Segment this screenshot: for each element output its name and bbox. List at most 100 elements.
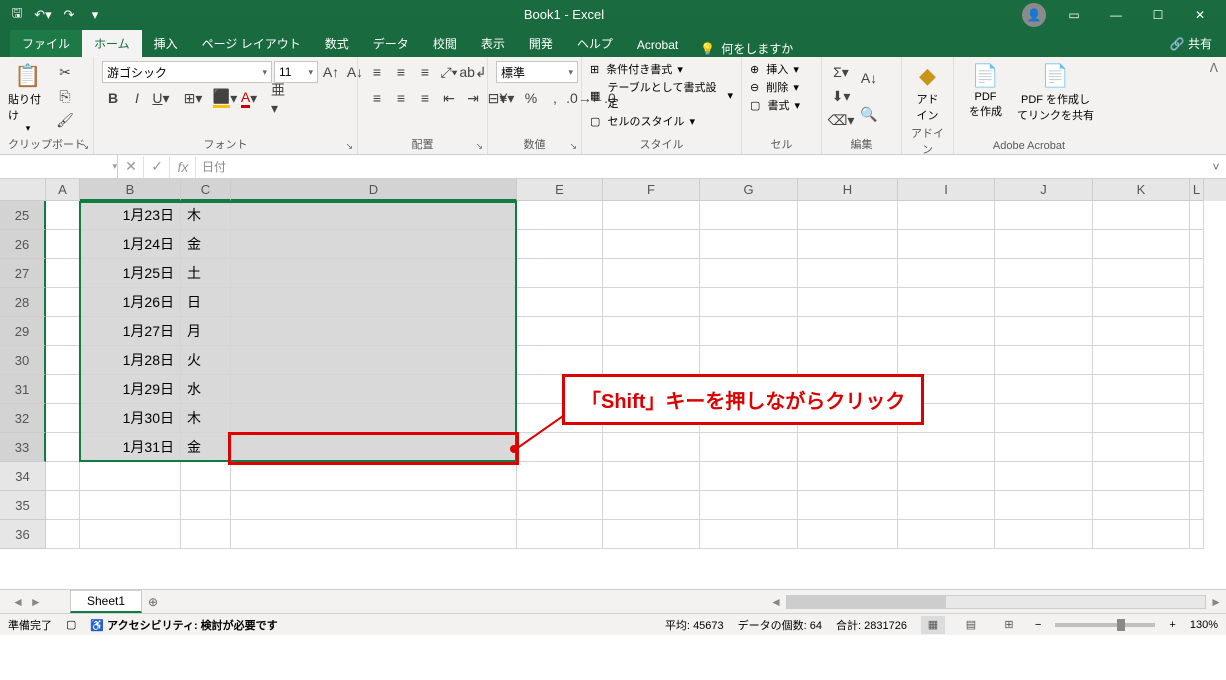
cell-B35[interactable]	[80, 491, 181, 520]
increase-indent-icon[interactable]: ⇥	[462, 87, 484, 109]
conditional-formatting-button[interactable]: ⊞ 条件付き書式 ▾	[590, 61, 683, 77]
fill-icon[interactable]: ⬇▾	[830, 85, 852, 107]
cell-F25[interactable]	[603, 201, 700, 230]
cell-K29[interactable]	[1093, 317, 1190, 346]
row-header-36[interactable]: 36	[0, 520, 46, 549]
comma-icon[interactable]: ,	[544, 87, 566, 109]
cell-D36[interactable]	[231, 520, 517, 549]
addins-button[interactable]: ◆ アド イン	[910, 61, 945, 123]
cell-A25[interactable]	[46, 201, 80, 230]
column-header-D[interactable]: D	[231, 179, 517, 201]
format-cells-button[interactable]: ▢ 書式 ▾	[750, 97, 800, 113]
cell-E27[interactable]	[517, 259, 603, 288]
grow-font-icon[interactable]: A↑	[320, 61, 342, 83]
cell-C34[interactable]	[181, 462, 231, 491]
cell-D25[interactable]	[231, 201, 517, 230]
cell-L30[interactable]	[1190, 346, 1204, 375]
cell-I33[interactable]	[898, 433, 995, 462]
cell-H28[interactable]	[798, 288, 898, 317]
cell-E25[interactable]	[517, 201, 603, 230]
cell-J26[interactable]	[995, 230, 1093, 259]
undo-icon[interactable]: ↶▾	[32, 4, 54, 26]
cell-C31[interactable]: 水	[181, 375, 231, 404]
italic-icon[interactable]: I	[126, 87, 148, 109]
tab-help[interactable]: ヘルプ	[565, 30, 625, 57]
cell-G36[interactable]	[700, 520, 798, 549]
cell-K31[interactable]	[1093, 375, 1190, 404]
cell-I27[interactable]	[898, 259, 995, 288]
cell-L27[interactable]	[1190, 259, 1204, 288]
cell-J31[interactable]	[995, 375, 1093, 404]
number-format-combo[interactable]: 標準▾	[496, 61, 578, 83]
cell-B32[interactable]: 1月30日	[80, 404, 181, 433]
cancel-formula-icon[interactable]: ✕	[118, 156, 144, 178]
cell-B25[interactable]: 1月23日	[80, 201, 181, 230]
cell-K36[interactable]	[1093, 520, 1190, 549]
orientation-icon[interactable]: ⤢▾	[438, 61, 460, 83]
cell-styles-button[interactable]: ▢ セルのスタイル ▾	[590, 113, 695, 129]
cell-J34[interactable]	[995, 462, 1093, 491]
cell-G33[interactable]	[700, 433, 798, 462]
column-header-E[interactable]: E	[517, 179, 603, 201]
cell-E36[interactable]	[517, 520, 603, 549]
sheet-nav-next-icon[interactable]: ►	[30, 595, 42, 609]
column-header-G[interactable]: G	[700, 179, 798, 201]
format-painter-icon[interactable]: 🖌	[54, 109, 76, 131]
cell-A32[interactable]	[46, 404, 80, 433]
sheet-nav-prev-icon[interactable]: ◄	[12, 595, 24, 609]
cell-E30[interactable]	[517, 346, 603, 375]
row-header-25[interactable]: 25	[0, 201, 46, 230]
macro-record-icon[interactable]: ▢	[66, 618, 76, 631]
cell-E28[interactable]	[517, 288, 603, 317]
cell-C35[interactable]	[181, 491, 231, 520]
align-bottom-icon[interactable]: ≡	[414, 61, 436, 83]
select-all-corner[interactable]	[0, 179, 46, 201]
cell-I30[interactable]	[898, 346, 995, 375]
cell-I34[interactable]	[898, 462, 995, 491]
column-header-A[interactable]: A	[46, 179, 80, 201]
cell-F27[interactable]	[603, 259, 700, 288]
cell-K27[interactable]	[1093, 259, 1190, 288]
sheet-tab-sheet1[interactable]: Sheet1	[70, 590, 142, 613]
qat-customize-icon[interactable]: ▾	[84, 4, 106, 26]
column-header-K[interactable]: K	[1093, 179, 1190, 201]
cell-H33[interactable]	[798, 433, 898, 462]
cell-C30[interactable]: 火	[181, 346, 231, 375]
row-header-32[interactable]: 32	[0, 404, 46, 433]
ribbon-options-icon[interactable]: ▭	[1054, 0, 1094, 29]
cell-A29[interactable]	[46, 317, 80, 346]
cell-L31[interactable]	[1190, 375, 1204, 404]
cut-icon[interactable]: ✂	[54, 61, 76, 83]
redo-icon[interactable]: ↷	[58, 4, 80, 26]
accounting-format-icon[interactable]: ¥▾	[496, 87, 518, 109]
row-header-28[interactable]: 28	[0, 288, 46, 317]
cell-C28[interactable]: 日	[181, 288, 231, 317]
cell-L35[interactable]	[1190, 491, 1204, 520]
sort-filter-icon[interactable]: A↓	[858, 61, 880, 95]
cell-D29[interactable]	[231, 317, 517, 346]
cell-K26[interactable]	[1093, 230, 1190, 259]
cell-E34[interactable]	[517, 462, 603, 491]
cell-F35[interactable]	[603, 491, 700, 520]
cell-L25[interactable]	[1190, 201, 1204, 230]
fill-color-icon[interactable]: ⬛▾	[214, 87, 236, 109]
cell-G27[interactable]	[700, 259, 798, 288]
cell-L29[interactable]	[1190, 317, 1204, 346]
row-header-27[interactable]: 27	[0, 259, 46, 288]
cell-G30[interactable]	[700, 346, 798, 375]
cell-K30[interactable]	[1093, 346, 1190, 375]
cell-D34[interactable]	[231, 462, 517, 491]
cell-H29[interactable]	[798, 317, 898, 346]
cell-J27[interactable]	[995, 259, 1093, 288]
cell-G29[interactable]	[700, 317, 798, 346]
cell-L33[interactable]	[1190, 433, 1204, 462]
cell-F33[interactable]	[603, 433, 700, 462]
normal-view-icon[interactable]: ▦	[921, 616, 945, 634]
column-header-H[interactable]: H	[798, 179, 898, 201]
cell-F36[interactable]	[603, 520, 700, 549]
column-header-J[interactable]: J	[995, 179, 1093, 201]
paste-button[interactable]: 📋 貼り付け ▾	[8, 61, 48, 134]
cell-F26[interactable]	[603, 230, 700, 259]
cell-I29[interactable]	[898, 317, 995, 346]
create-share-pdf-button[interactable]: 📄 PDF を作成し てリンクを共有	[1015, 61, 1096, 123]
